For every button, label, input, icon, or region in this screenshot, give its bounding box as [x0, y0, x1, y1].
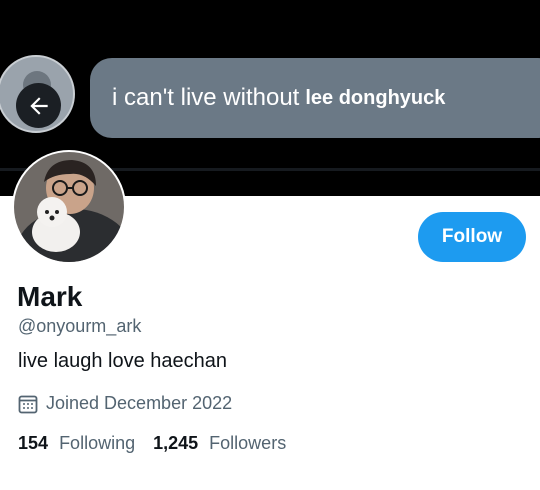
- calendar-icon: [18, 395, 38, 413]
- followers-count: 1,245: [153, 433, 199, 453]
- joined-text: Joined December 2022: [46, 393, 233, 413]
- profile-bio: live laugh love haechan: [18, 350, 228, 372]
- followers-label: Followers: [209, 433, 287, 453]
- display-name: Mark: [17, 281, 83, 312]
- follow-button[interactable]: Follow: [418, 212, 526, 262]
- back-button[interactable]: [16, 83, 61, 128]
- chat-message-name: lee donghyuck: [305, 86, 446, 109]
- profile-avatar[interactable]: [12, 150, 126, 264]
- following-count: 154: [18, 433, 49, 453]
- back-arrow-icon: [29, 96, 48, 115]
- user-handle: @onyourm_ark: [18, 316, 142, 336]
- chat-message-text: i can't live without: [112, 84, 300, 111]
- follow-stats: 154 Following 1,245 Followers: [18, 433, 286, 454]
- chat-message-bubble: i can't live without lee donghyuck: [90, 58, 540, 138]
- profile-avatar-image: [14, 152, 124, 262]
- followers-link[interactable]: 1,245 Followers: [153, 433, 286, 454]
- following-label: Following: [59, 433, 136, 453]
- following-link[interactable]: 154 Following: [18, 433, 135, 454]
- joined-date: Joined December 2022: [18, 393, 232, 414]
